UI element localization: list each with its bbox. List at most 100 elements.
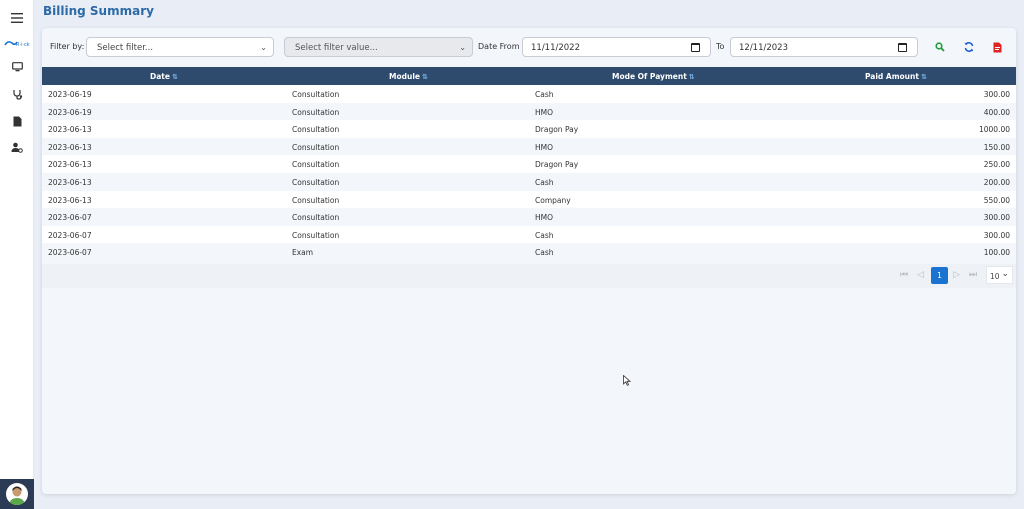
- date-from-label: Date From: [478, 42, 520, 51]
- cell-mode-of-payment: Dragon Pay: [535, 160, 579, 170]
- cell-module: Consultation: [292, 177, 340, 187]
- billing-table: Date ⇅ Module ⇅ Mode Of Payment ⇅ Paid Amou…: [42, 67, 1016, 261]
- cell-date: 2023-06-07: [48, 213, 92, 223]
- cell-module: Exam: [292, 248, 314, 258]
- column-header-label: Module: [389, 72, 420, 81]
- cell-date: 2023-06-13: [48, 142, 92, 152]
- table-row[interactable]: 2023-06-13 Consultation Dragon Pay 1000.00: [42, 120, 1016, 138]
- cell-mode-of-payment: Company: [535, 195, 571, 205]
- rows-per-page-select[interactable]: 10 ⌄: [986, 266, 1013, 284]
- pdf-export-button[interactable]: [990, 40, 1004, 54]
- monitor-icon[interactable]: [0, 56, 34, 78]
- cell-paid-amount: 300.00: [983, 230, 1010, 240]
- user-settings-icon[interactable]: [0, 136, 34, 158]
- cell-date: 2023-06-13: [48, 160, 92, 170]
- user-profile[interactable]: [0, 479, 34, 509]
- cell-paid-amount: 150.00: [983, 142, 1010, 152]
- cell-module: Consultation: [292, 195, 340, 205]
- pagination: ⏮ ◁ 1 ▷ ⏭ 10 ⌄: [42, 264, 1016, 288]
- table-row[interactable]: 2023-06-07 Consultation HMO 300.00: [42, 208, 1016, 226]
- cell-mode-of-payment: Cash: [535, 90, 554, 99]
- rows-per-page-value: 10: [990, 272, 1000, 281]
- cell-module: Consultation: [292, 125, 340, 135]
- cell-date: 2023-06-13: [48, 195, 92, 205]
- hamburger-menu-icon[interactable]: [0, 7, 34, 29]
- cell-date: 2023-06-19: [48, 90, 92, 99]
- table-row[interactable]: 2023-06-13 Consultation HMO 150.00: [42, 137, 1016, 156]
- prev-page-icon[interactable]: ◁: [917, 270, 924, 280]
- cell-module: Consultation: [292, 142, 340, 152]
- next-page-icon[interactable]: ▷: [953, 270, 960, 280]
- table-body: 2023-06-19 Consultation Cash 300.00 2023-06-…: [42, 85, 1016, 261]
- cell-module: Consultation: [292, 213, 340, 223]
- search-icon: [935, 42, 945, 52]
- cell-mode-of-payment: Cash: [535, 177, 554, 187]
- column-header-paid-amount[interactable]: Paid Amount ⇅: [865, 72, 927, 81]
- cell-mode-of-payment: HMO: [535, 107, 554, 117]
- cell-date: 2023-06-07: [48, 230, 92, 240]
- cell-mode-of-payment: Dragon Pay: [535, 125, 579, 135]
- page-title: Billing Summary: [43, 4, 154, 18]
- refresh-icon: [964, 42, 974, 52]
- chevron-down-icon: ⌄: [459, 43, 466, 52]
- table-row[interactable]: 2023-06-07 Exam Cash 100.00: [42, 243, 1016, 261]
- table-row[interactable]: 2023-06-19 Consultation Cash 300.00: [42, 85, 1016, 103]
- chevron-down-icon: ⌄: [1001, 269, 1009, 279]
- stethoscope-icon[interactable]: [0, 83, 34, 105]
- filter-select[interactable]: Select filter... ⌄: [86, 37, 274, 57]
- avatar[interactable]: [6, 483, 28, 505]
- cell-paid-amount: 1000.00: [978, 125, 1010, 135]
- pdf-export-icon: [993, 42, 1001, 52]
- cell-paid-amount: 550.00: [983, 195, 1010, 205]
- cell-module: Consultation: [292, 107, 340, 117]
- cell-paid-amount: 100.00: [983, 248, 1010, 258]
- column-header-label: Mode Of Payment: [612, 72, 687, 81]
- table-row[interactable]: 2023-06-13 Consultation Cash 200.00: [42, 172, 1016, 191]
- column-header-mode-of-payment[interactable]: Mode Of Payment ⇅: [612, 72, 695, 81]
- sort-icon[interactable]: ⇅: [172, 73, 178, 81]
- cell-date: 2023-06-19: [48, 107, 92, 117]
- cell-paid-amount: 300.00: [983, 213, 1010, 223]
- cell-module: Consultation: [292, 90, 340, 99]
- column-header-label: Date: [150, 72, 170, 81]
- cell-mode-of-payment: HMO: [535, 142, 554, 152]
- calendar-icon[interactable]: [691, 43, 700, 52]
- billing-summary-card: Filter by: Select filter... ⌄ Select fil…: [42, 28, 1016, 494]
- last-page-icon[interactable]: ⏭: [969, 270, 977, 280]
- filter-select-value: Select filter...: [97, 43, 154, 53]
- table-row[interactable]: 2023-06-13 Consultation Dragon Pay 250.00: [42, 155, 1016, 173]
- filter-value-select[interactable]: Select filter value... ⌄: [284, 37, 473, 57]
- sort-icon[interactable]: ⇅: [422, 73, 428, 81]
- sort-icon[interactable]: ⇅: [921, 73, 927, 81]
- date-to-value: 12/11/2023: [739, 43, 788, 53]
- cell-paid-amount: 300.00: [983, 90, 1010, 99]
- date-to-label: To: [716, 42, 725, 51]
- table-row[interactable]: 2023-06-07 Consultation Cash 300.00: [42, 225, 1016, 244]
- document-icon[interactable]: [0, 110, 34, 132]
- date-from-input[interactable]: 11/11/2022: [522, 37, 711, 57]
- date-to-input[interactable]: 12/11/2023: [730, 37, 918, 57]
- cell-mode-of-payment: Cash: [535, 248, 554, 258]
- cell-mode-of-payment: HMO: [535, 213, 554, 223]
- first-page-icon[interactable]: ⏮: [900, 270, 908, 280]
- sidebar: R·i·ck: [0, 0, 34, 509]
- chevron-down-icon: ⌄: [260, 43, 267, 52]
- sort-icon[interactable]: ⇅: [689, 73, 695, 81]
- refresh-button[interactable]: [962, 40, 976, 54]
- search-button[interactable]: [933, 40, 947, 54]
- table-row[interactable]: 2023-06-13 Consultation Company 550.00: [42, 190, 1016, 209]
- current-page-button[interactable]: 1: [931, 267, 948, 284]
- cell-mode-of-payment: Cash: [535, 230, 554, 240]
- calendar-icon[interactable]: [898, 43, 907, 52]
- app-logo-icon[interactable]: R·i·ck: [0, 33, 34, 55]
- table-header: Date ⇅ Module ⇅ Mode Of Payment ⇅ Paid Amou…: [42, 67, 1016, 85]
- cell-date: 2023-06-13: [48, 177, 92, 187]
- table-row[interactable]: 2023-06-19 Consultation HMO 400.00: [42, 102, 1016, 121]
- cell-date: 2023-06-13: [48, 125, 92, 135]
- date-from-value: 11/11/2022: [531, 43, 580, 53]
- cell-module: Consultation: [292, 230, 340, 240]
- column-header-module[interactable]: Module ⇅: [389, 72, 428, 81]
- column-header-date[interactable]: Date ⇅: [150, 72, 178, 81]
- cell-paid-amount: 250.00: [983, 160, 1010, 170]
- filter-value-select-value: Select filter value...: [295, 43, 378, 53]
